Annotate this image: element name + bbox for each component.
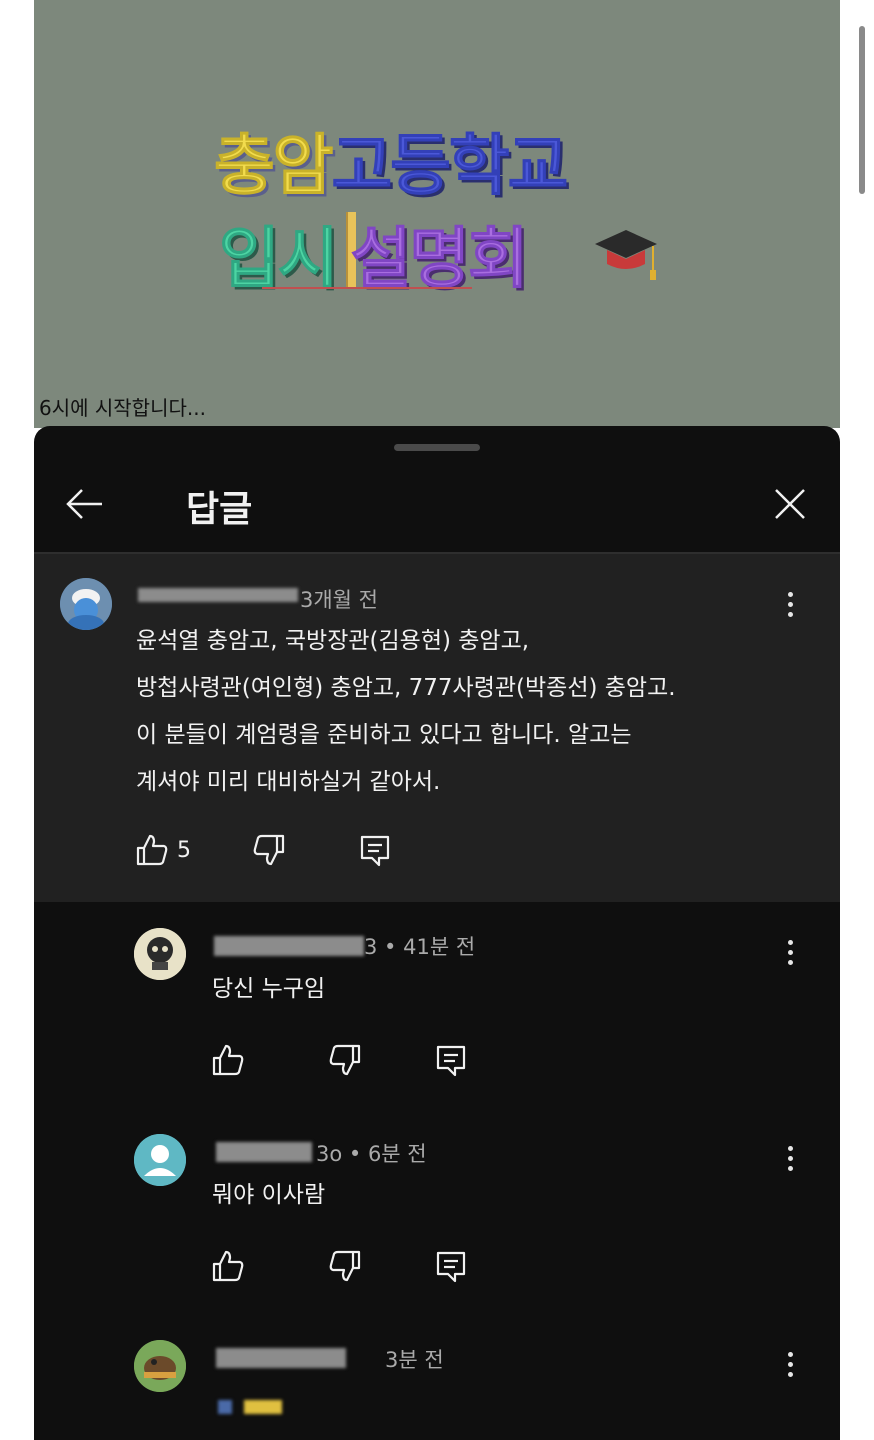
comment-line-4: 계셔야 미리 대비하실거 같아서.: [136, 769, 441, 795]
dislike-button[interactable]: [327, 1042, 363, 1078]
comment-line-2: 방첩사령관(여인형) 충암고, 777사령관(박종선) 충암고.: [136, 675, 676, 701]
thumbs-down-icon: [329, 1044, 361, 1076]
video-title-yellow: 충암: [213, 127, 333, 205]
redacted-username: [138, 588, 298, 602]
more-options-icon[interactable]: [785, 1144, 795, 1176]
reply-button[interactable]: [357, 832, 393, 868]
like-count: 5: [177, 838, 191, 863]
redacted-emoji: [244, 1400, 282, 1414]
reply-button[interactable]: [433, 1042, 469, 1078]
comment-line-3: 이 분들이 계엄령을 준비하고 있다고 합니다. 알고는: [136, 722, 632, 748]
avatar[interactable]: [134, 1340, 186, 1392]
avatar[interactable]: [60, 578, 112, 630]
dislike-button[interactable]: [327, 1248, 363, 1284]
reply-icon: [360, 835, 390, 867]
redacted-username: [214, 936, 364, 956]
graduation-cap-icon: [595, 230, 657, 280]
replies-sheet: 답글 3개월 전 윤석열 충암고, 국방장관(김용현) 충암고, 방첩사령관(여…: [34, 426, 840, 1440]
thumbs-down-icon: [329, 1250, 361, 1282]
video-title-line1: 충암고등학교: [213, 112, 569, 208]
reply-text: 당신 누구임: [212, 976, 326, 1002]
drag-handle[interactable]: [394, 444, 480, 451]
avatar[interactable]: [134, 1134, 186, 1186]
reply-icon: [436, 1045, 466, 1077]
dislike-button[interactable]: [251, 832, 287, 868]
avatar[interactable]: [134, 928, 186, 980]
reply-meta: 3분 전: [385, 1348, 444, 1372]
more-options-icon[interactable]: [785, 1350, 795, 1382]
arrow-left-icon[interactable]: [62, 482, 106, 526]
reply-meta: 3 • 41분 전: [364, 935, 476, 959]
like-button[interactable]: [134, 832, 170, 868]
comment-time: 3개월 전: [300, 588, 378, 612]
close-icon[interactable]: [768, 482, 812, 526]
default-user-icon: [134, 1134, 186, 1186]
sheet-header: 답글: [34, 466, 840, 552]
like-button[interactable]: [210, 1042, 246, 1078]
video-player[interactable]: 충암고등학교 입시 설명회 6시에 시작합니다...: [34, 0, 840, 428]
reply-meta: 3o • 6분 전: [316, 1142, 427, 1166]
title-underline: [262, 287, 472, 289]
comment-line-1: 윤석열 충암고, 국방장관(김용현) 충암고,: [136, 628, 530, 654]
redacted-emoji: [218, 1400, 232, 1414]
redacted-username: [216, 1142, 312, 1162]
like-button[interactable]: [210, 1248, 246, 1284]
more-options-icon[interactable]: [785, 938, 795, 970]
thumbs-up-icon: [212, 1250, 244, 1282]
thumbs-up-icon: [136, 834, 168, 866]
reply-icon: [436, 1251, 466, 1283]
redacted-username: [216, 1348, 346, 1368]
sheet-title: 답글: [186, 489, 253, 530]
reply-button[interactable]: [433, 1248, 469, 1284]
thumbs-up-icon: [212, 1044, 244, 1076]
video-title-purple: 설명회: [350, 220, 529, 298]
parent-comment: 3개월 전 윤석열 충암고, 국방장관(김용현) 충암고, 방첩사령관(여인형)…: [34, 554, 840, 902]
video-title-green: 입시: [218, 220, 338, 298]
thumbs-down-icon: [253, 834, 285, 866]
video-caption: 6시에 시작합니다...: [39, 396, 206, 420]
more-options-icon[interactable]: [785, 590, 795, 622]
reply-text: 뭐야 이사람: [212, 1182, 326, 1208]
page-scrollbar[interactable]: [859, 26, 865, 194]
video-title-blue: 고등학교: [331, 127, 569, 205]
